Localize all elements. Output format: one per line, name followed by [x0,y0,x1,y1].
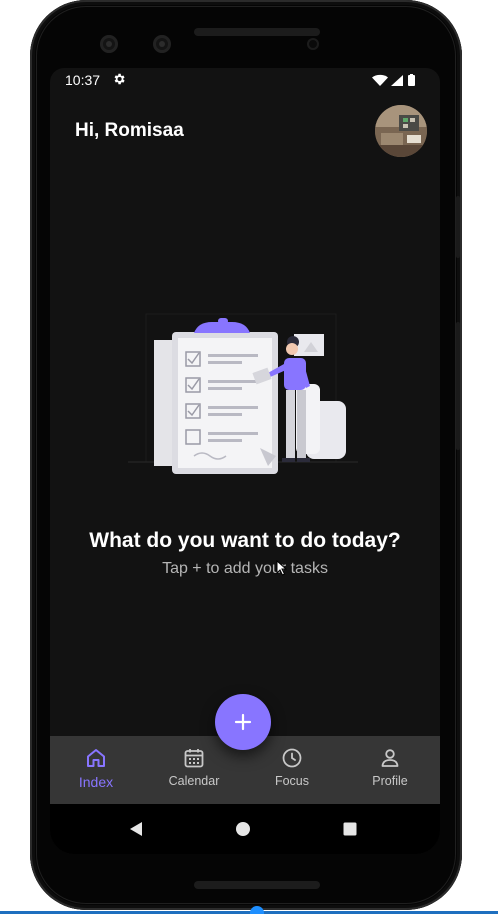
recents-icon[interactable] [342,821,358,837]
empty-tasks-illustration [128,306,360,481]
system-navigation-bar [50,804,440,854]
status-icons [372,74,422,92]
clock-icon [252,746,332,770]
power-button [456,196,460,258]
nav-item-index[interactable]: Index [56,746,136,790]
volume-button [456,322,460,450]
nav-item-profile[interactable]: Profile [350,746,430,788]
user-icon [350,746,430,770]
indicator-dot [250,906,264,914]
home-circle-icon[interactable] [235,821,251,837]
nav-item-calendar[interactable]: Calendar [154,746,234,788]
wifi-icon [372,74,388,86]
avatar[interactable] [375,105,427,157]
nav-label: Focus [274,774,310,788]
calendar-icon [154,746,234,770]
nav-label: Index [78,774,114,790]
top-speaker [194,28,320,36]
back-icon[interactable] [128,821,144,837]
nav-label: Calendar [168,774,220,788]
signal-icon [391,75,403,86]
app-screen: 10:37 Hi, Romisaa What do you want to do… [50,68,440,854]
gear-icon [112,72,126,91]
empty-state-title: What do you want to do today? [89,529,401,552]
empty-state-subtitle: Tap + to add your tasks [162,560,328,577]
proximity-sensor [307,38,319,50]
plus-icon [234,713,252,731]
add-task-button[interactable] [215,694,271,750]
nav-label: Profile [372,774,408,788]
bottom-speaker [194,881,320,889]
nav-item-focus[interactable]: Focus [252,746,332,788]
greeting-title: Hi, Romisaa [75,120,184,141]
home-icon [56,746,136,770]
status-bar: 10:37 [50,68,440,94]
status-time: 10:37 [65,72,101,88]
front-camera-icon [153,35,171,53]
battery-icon [408,74,415,86]
front-camera-icon [100,35,118,53]
mouse-cursor-icon [276,560,287,576]
